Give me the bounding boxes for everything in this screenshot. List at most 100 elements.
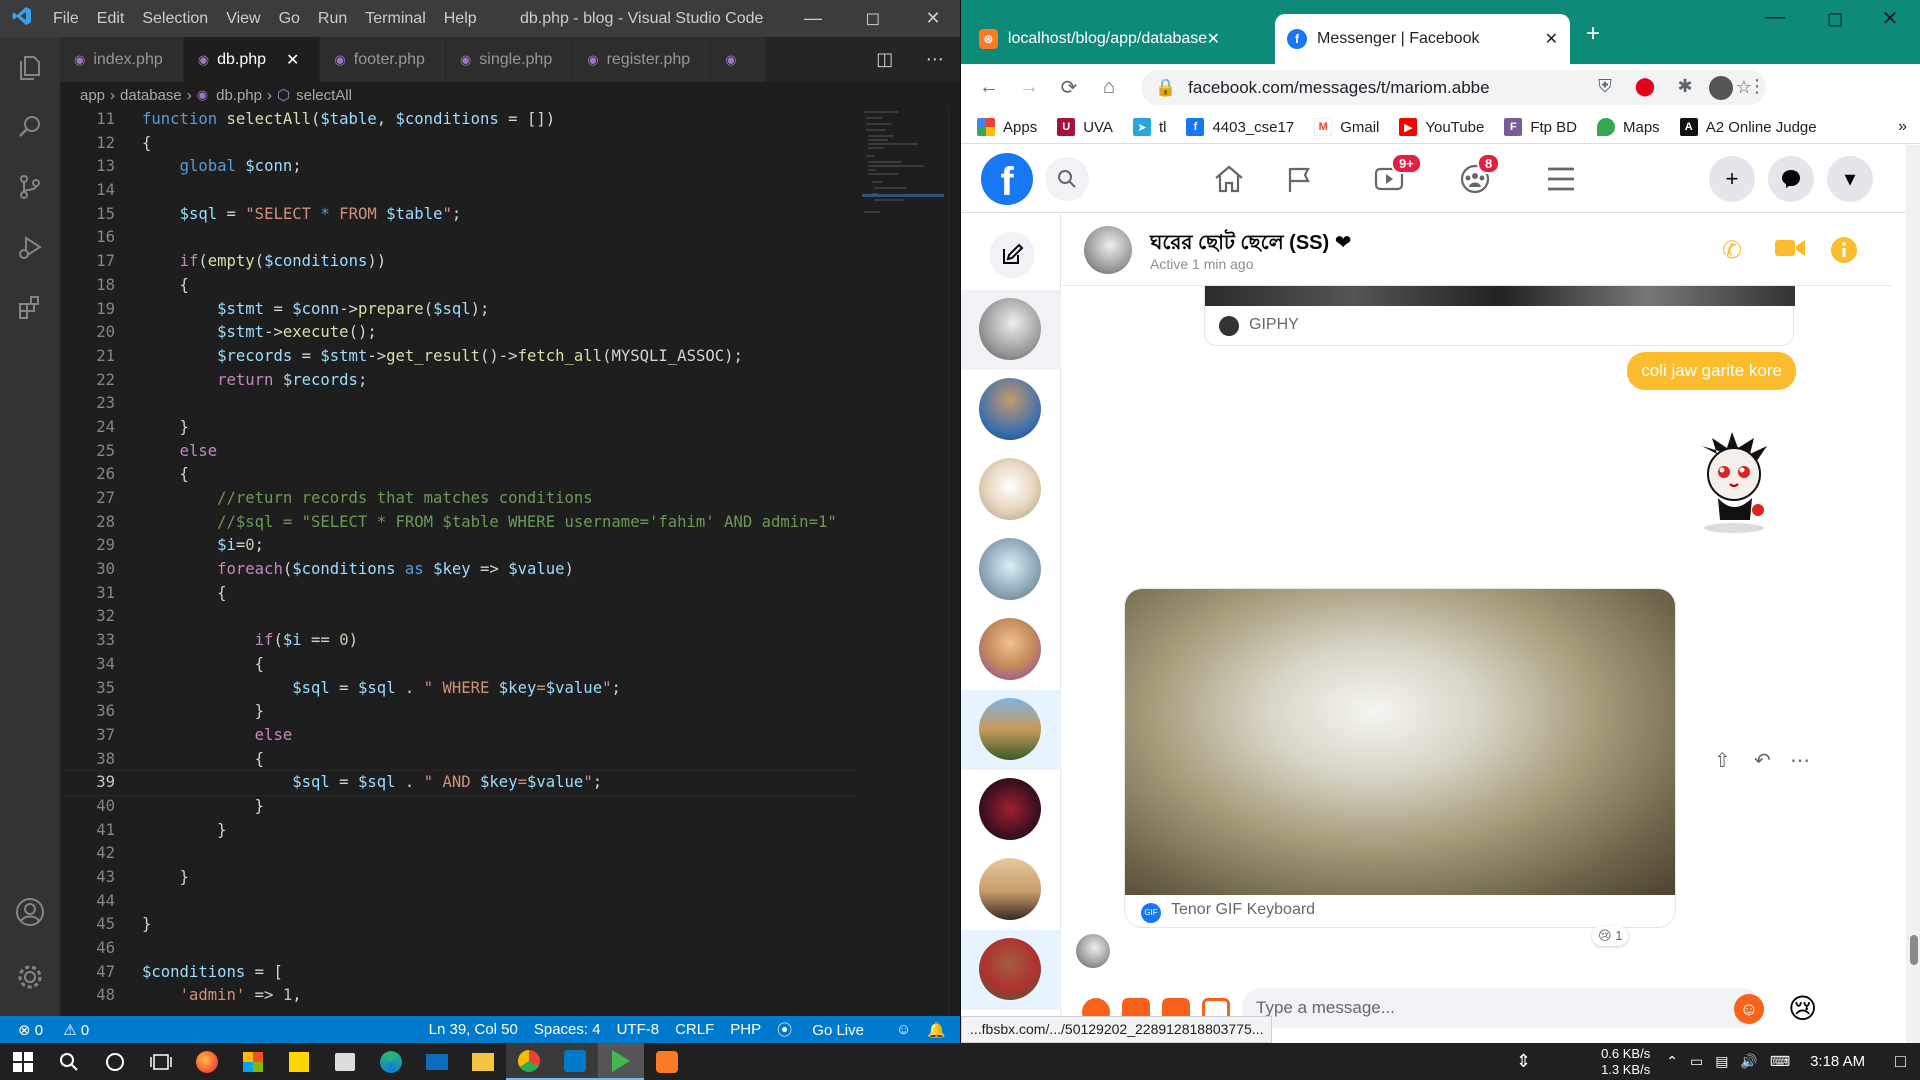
bookmark-apps[interactable]: Apps <box>977 118 1037 136</box>
code-line[interactable]: 20 $stmt->execute(); <box>60 321 858 345</box>
code-line[interactable]: 34 { <box>60 653 858 677</box>
code-line[interactable]: 12{ <box>60 132 858 156</box>
code-line[interactable]: 44 <box>60 890 858 914</box>
code-line[interactable]: 28 //$sql = "SELECT * FROM $table WHERE … <box>60 511 858 535</box>
message-thread[interactable]: GIPHY coli jaw garite kore GIF Tenor GIF… <box>1062 286 1892 976</box>
line-code[interactable]: $records = $stmt->get_result()->fetch_al… <box>115 345 743 369</box>
line-code[interactable]: $sql = "SELECT * FROM $table"; <box>115 203 462 227</box>
split-editor-icon[interactable]: ◫ <box>876 49 893 70</box>
line-code[interactable]: //$sql = "SELECT * FROM $table WHERE use… <box>115 511 837 535</box>
edge-icon[interactable] <box>368 1043 414 1080</box>
go-live-button[interactable]: ⦿ Go Live <box>777 1019 880 1040</box>
line-code[interactable] <box>115 226 142 250</box>
account-caret-icon[interactable]: ▾ <box>1827 156 1873 202</box>
line-code[interactable]: if(empty($conditions)) <box>115 250 387 274</box>
code-line[interactable]: 26 { <box>60 463 858 487</box>
code-line[interactable]: 37 else <box>60 724 858 748</box>
line-code[interactable]: $sql = $sql . " AND $key=$value"; <box>115 771 602 795</box>
tab-footer-php[interactable]: ◉ footer.php <box>320 37 446 82</box>
line-code[interactable]: foreach($conditions as $key => $value) <box>115 558 574 582</box>
new-tab-button[interactable]: + <box>1586 20 1600 48</box>
battery-icon[interactable]: ▭ <box>1690 1053 1703 1070</box>
message-input[interactable]: Type a message... <box>1242 988 1762 1028</box>
menu-help[interactable]: Help <box>435 0 486 37</box>
media-player-icon[interactable] <box>598 1043 644 1080</box>
chat-list-item[interactable] <box>961 530 1061 610</box>
mail-icon[interactable] <box>414 1043 460 1080</box>
run-debug-icon[interactable] <box>0 217 60 277</box>
line-code[interactable]: $conditions = [ <box>115 961 283 985</box>
breadcrumb-database[interactable]: database <box>120 87 182 104</box>
notifications-bell-icon[interactable]: 🔔 <box>927 1021 946 1039</box>
share-icon[interactable]: ⇧ <box>1714 748 1731 773</box>
groups-icon[interactable]: 8 <box>1455 153 1501 197</box>
line-code[interactable]: 'admin' => 1, <box>115 984 302 1008</box>
code-line[interactable]: 16 <box>60 226 858 250</box>
home-icon[interactable]: ⌂ <box>1089 76 1129 99</box>
maximize-icon[interactable]: ◻ <box>850 0 896 37</box>
line-code[interactable]: { <box>115 274 189 298</box>
bookmark-tl[interactable]: ➤ tl <box>1132 118 1166 136</box>
menu-terminal[interactable]: Terminal <box>356 0 434 37</box>
bookmark-uva[interactable]: U UVA <box>1057 118 1113 136</box>
tab-single-php[interactable]: ◉ single.php <box>445 37 574 82</box>
back-arrow-icon[interactable]: ← <box>969 76 1009 99</box>
search-icon[interactable] <box>0 97 60 157</box>
facebook-logo-icon[interactable]: f <box>981 153 1033 205</box>
opera-vpn-extension-icon[interactable]: ⬤ <box>1633 76 1657 100</box>
line-code[interactable]: } <box>115 819 226 843</box>
browser-tab-messenger[interactable]: f Messenger | Facebook ✕ <box>1275 14 1570 64</box>
code-line[interactable]: 21 $records = $stmt->get_result()->fetch… <box>60 345 858 369</box>
editor-scrollbar[interactable] <box>948 108 960 1016</box>
info-icon[interactable] <box>1830 236 1858 271</box>
chat-list-item[interactable] <box>961 930 1061 1010</box>
task-view-icon[interactable] <box>138 1043 184 1080</box>
code-line[interactable]: 30 foreach($conditions as $key => $value… <box>60 558 858 582</box>
code-line[interactable]: 24 } <box>60 416 858 440</box>
line-code[interactable]: } <box>115 913 151 937</box>
line-code[interactable]: } <box>115 795 264 819</box>
minimize-icon[interactable]: — <box>1751 6 1799 29</box>
vscode-taskbar-icon[interactable] <box>552 1043 598 1080</box>
chat-list-item[interactable] <box>961 370 1061 450</box>
home-icon[interactable] <box>1209 161 1249 197</box>
clock-time[interactable]: 3:18 AM <box>1810 1053 1865 1070</box>
xampp-icon[interactable] <box>644 1043 690 1080</box>
line-code[interactable]: $i=0; <box>115 534 264 558</box>
chrome-taskbar-icon[interactable] <box>506 1043 552 1080</box>
page-scrollbar[interactable] <box>1906 145 1920 1043</box>
bookmark-gmail[interactable]: M Gmail <box>1314 118 1379 136</box>
extensions-puzzle-icon[interactable]: ✱ <box>1673 76 1697 100</box>
line-code[interactable]: //return records that matches conditions <box>115 487 593 511</box>
tab-register-php[interactable]: ◉ register.php <box>573 37 712 82</box>
code-line[interactable]: 35 $sql = $sql . " WHERE $key=$value"; <box>60 677 858 701</box>
search-icon[interactable] <box>46 1043 92 1080</box>
chrome-menu-icon[interactable]: ⋮ <box>1745 76 1769 100</box>
line-code[interactable]: return $records; <box>115 369 367 393</box>
code-editor[interactable]: 11 function selectAll($table, $conditions… <box>60 108 858 1016</box>
feedback-icon[interactable]: ☺ <box>896 1021 911 1038</box>
code-line[interactable]: 45} <box>60 913 858 937</box>
reaction-badge[interactable]: 😢 1 <box>1592 926 1629 946</box>
chat-list-item[interactable] <box>961 850 1061 930</box>
line-code[interactable]: } <box>115 866 189 890</box>
line-ending[interactable]: CRLF <box>675 1021 714 1038</box>
code-line[interactable]: 17 if(empty($conditions)) <box>60 250 858 274</box>
code-line[interactable]: 42 <box>60 842 858 866</box>
emoji-icon[interactable]: ☺ <box>1734 994 1764 1024</box>
tab-db-php[interactable]: ◉ db.php ✕ <box>183 37 321 82</box>
line-code[interactable]: } <box>115 700 264 724</box>
code-line[interactable]: 33 if($i == 0) <box>60 629 858 653</box>
chat-list-item-active[interactable] <box>961 690 1061 770</box>
chat-list-item[interactable] <box>961 770 1061 850</box>
line-code[interactable]: { <box>115 582 226 606</box>
compose-new-message-icon[interactable] <box>989 232 1035 278</box>
language-mode[interactable]: PHP <box>730 1021 761 1038</box>
bookmark-a2[interactable]: A A2 Online Judge <box>1679 118 1817 136</box>
forward-arrow-icon[interactable]: → <box>1009 76 1049 99</box>
scrollbar-thumb[interactable] <box>1910 935 1918 965</box>
breadcrumb-app[interactable]: app <box>80 87 105 104</box>
line-code[interactable]: { <box>115 653 264 677</box>
code-line[interactable]: 19 $stmt = $conn->prepare($sql); <box>60 298 858 322</box>
code-line[interactable]: 31 { <box>60 582 858 606</box>
